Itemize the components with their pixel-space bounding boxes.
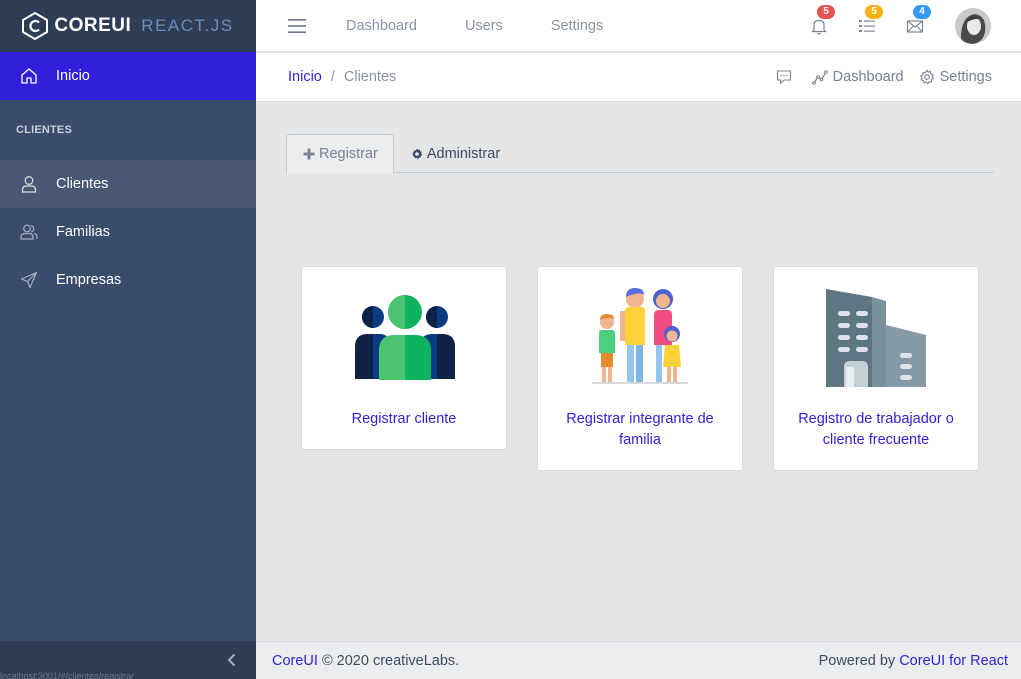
notifications-button[interactable]: 5 <box>809 4 835 36</box>
group-icon <box>355 295 455 380</box>
avatar[interactable] <box>955 7 991 44</box>
sidebar-item-label: Familias <box>56 224 110 240</box>
sidebar-section-title: CLIENTES <box>16 124 72 136</box>
card-registrar-familia[interactable]: Registrar integrante de familia <box>537 266 743 471</box>
footer-right: Powered by CoreUI for React <box>819 653 1008 669</box>
header-link-settings[interactable]: Settings <box>551 18 603 34</box>
graph-icon <box>811 70 828 85</box>
status-bar-text: localhost:3001/#/clientes/registrar <box>0 671 135 679</box>
hamburger-menu-icon[interactable] <box>288 18 306 33</box>
messages-button[interactable]: 4 <box>905 4 931 36</box>
tab-bar: Registrar Administrar <box>286 134 994 174</box>
send-icon <box>20 271 38 289</box>
breadcrumb-home[interactable]: Inicio <box>288 69 322 85</box>
card-registrar-cliente[interactable]: Registrar cliente <box>301 266 507 450</box>
sidebar-item-label: Clientes <box>56 176 109 192</box>
tab-label: Registrar <box>319 146 378 162</box>
subheader-settings-label: Settings <box>939 69 992 85</box>
header-link-dashboard[interactable]: Dashboard <box>346 18 417 34</box>
people-icon <box>20 224 38 240</box>
brand-logo[interactable]: COREUI REACT.JS <box>0 0 256 52</box>
card-registro-trabajador[interactable]: Registro de trabajador o cliente frecuen… <box>773 266 979 471</box>
top-header: Dashboard Users Settings 5 5 4 <box>256 0 1021 52</box>
tasks-button[interactable]: 5 <box>857 4 883 36</box>
header-link-users[interactable]: Users <box>465 18 503 34</box>
speech-bubble-icon <box>776 70 791 85</box>
sidebar-item-clientes[interactable]: Clientes <box>0 160 256 208</box>
speech-button[interactable] <box>776 69 797 85</box>
user-icon <box>21 176 37 193</box>
notifications-badge: 5 <box>817 4 835 19</box>
subheader-dashboard-label: Dashboard <box>832 69 904 85</box>
brand-core-text: COREUI <box>54 15 132 36</box>
footer-powered-by: Powered by <box>818 652 896 669</box>
sidebar-item-label: Empresas <box>56 272 122 288</box>
subheader-settings-link[interactable]: Settings <box>919 69 992 85</box>
tab-registrar[interactable]: Registrar <box>286 134 394 174</box>
tab-administrar[interactable]: Administrar <box>394 134 516 173</box>
home-icon <box>21 68 37 84</box>
list-icon <box>859 19 875 32</box>
sidebar-item-empresas[interactable]: Empresas <box>0 256 256 304</box>
footer-left: CoreUI © 2020 creativeLabs. <box>272 653 459 669</box>
cog-icon <box>412 148 423 159</box>
sidebar-minimizer[interactable]: localhost:3001/#/clientes/registrar <box>0 641 256 679</box>
envelope-icon <box>906 19 924 33</box>
footer: CoreUI © 2020 creativeLabs. Powered by C… <box>256 641 1021 679</box>
user-avatar-image <box>955 7 991 44</box>
plus-icon <box>303 148 315 160</box>
footer-powered-link[interactable]: CoreUI for React <box>899 653 1008 669</box>
subheader: Inicio / Clientes Dashboard Settings <box>256 53 1021 102</box>
chevron-left-icon[interactable] <box>224 652 240 668</box>
sidebar-item-familias[interactable]: Familias <box>0 208 256 256</box>
breadcrumb-current: Clientes <box>343 69 397 85</box>
footer-copyright: © 2020 creativeLabs. <box>321 652 460 669</box>
footer-brand-link[interactable]: CoreUI <box>272 653 318 669</box>
tasks-badge: 5 <box>865 4 883 19</box>
messages-badge: 4 <box>913 4 931 19</box>
sidebar: COREUI REACT.JS Inicio CLIENTES Clientes… <box>0 0 256 679</box>
card-label[interactable]: Registro de trabajador o cliente frecuen… <box>784 409 968 451</box>
breadcrumb-separator: / <box>330 69 335 85</box>
building-icon <box>826 289 926 387</box>
gear-icon <box>919 69 934 85</box>
tab-label: Administrar <box>426 145 501 162</box>
card-label[interactable]: Registrar integrante de familia <box>548 409 732 451</box>
bell-icon <box>811 19 827 34</box>
family-icon <box>592 288 688 384</box>
sidebar-item-inicio[interactable]: Inicio <box>0 52 256 100</box>
brand-react-text: REACT.JS <box>141 16 234 35</box>
coreui-logo-icon <box>22 12 49 40</box>
card-label[interactable]: Registrar cliente <box>312 409 496 430</box>
subheader-dashboard-link[interactable]: Dashboard <box>811 69 904 85</box>
sidebar-item-label: Inicio <box>56 68 90 84</box>
